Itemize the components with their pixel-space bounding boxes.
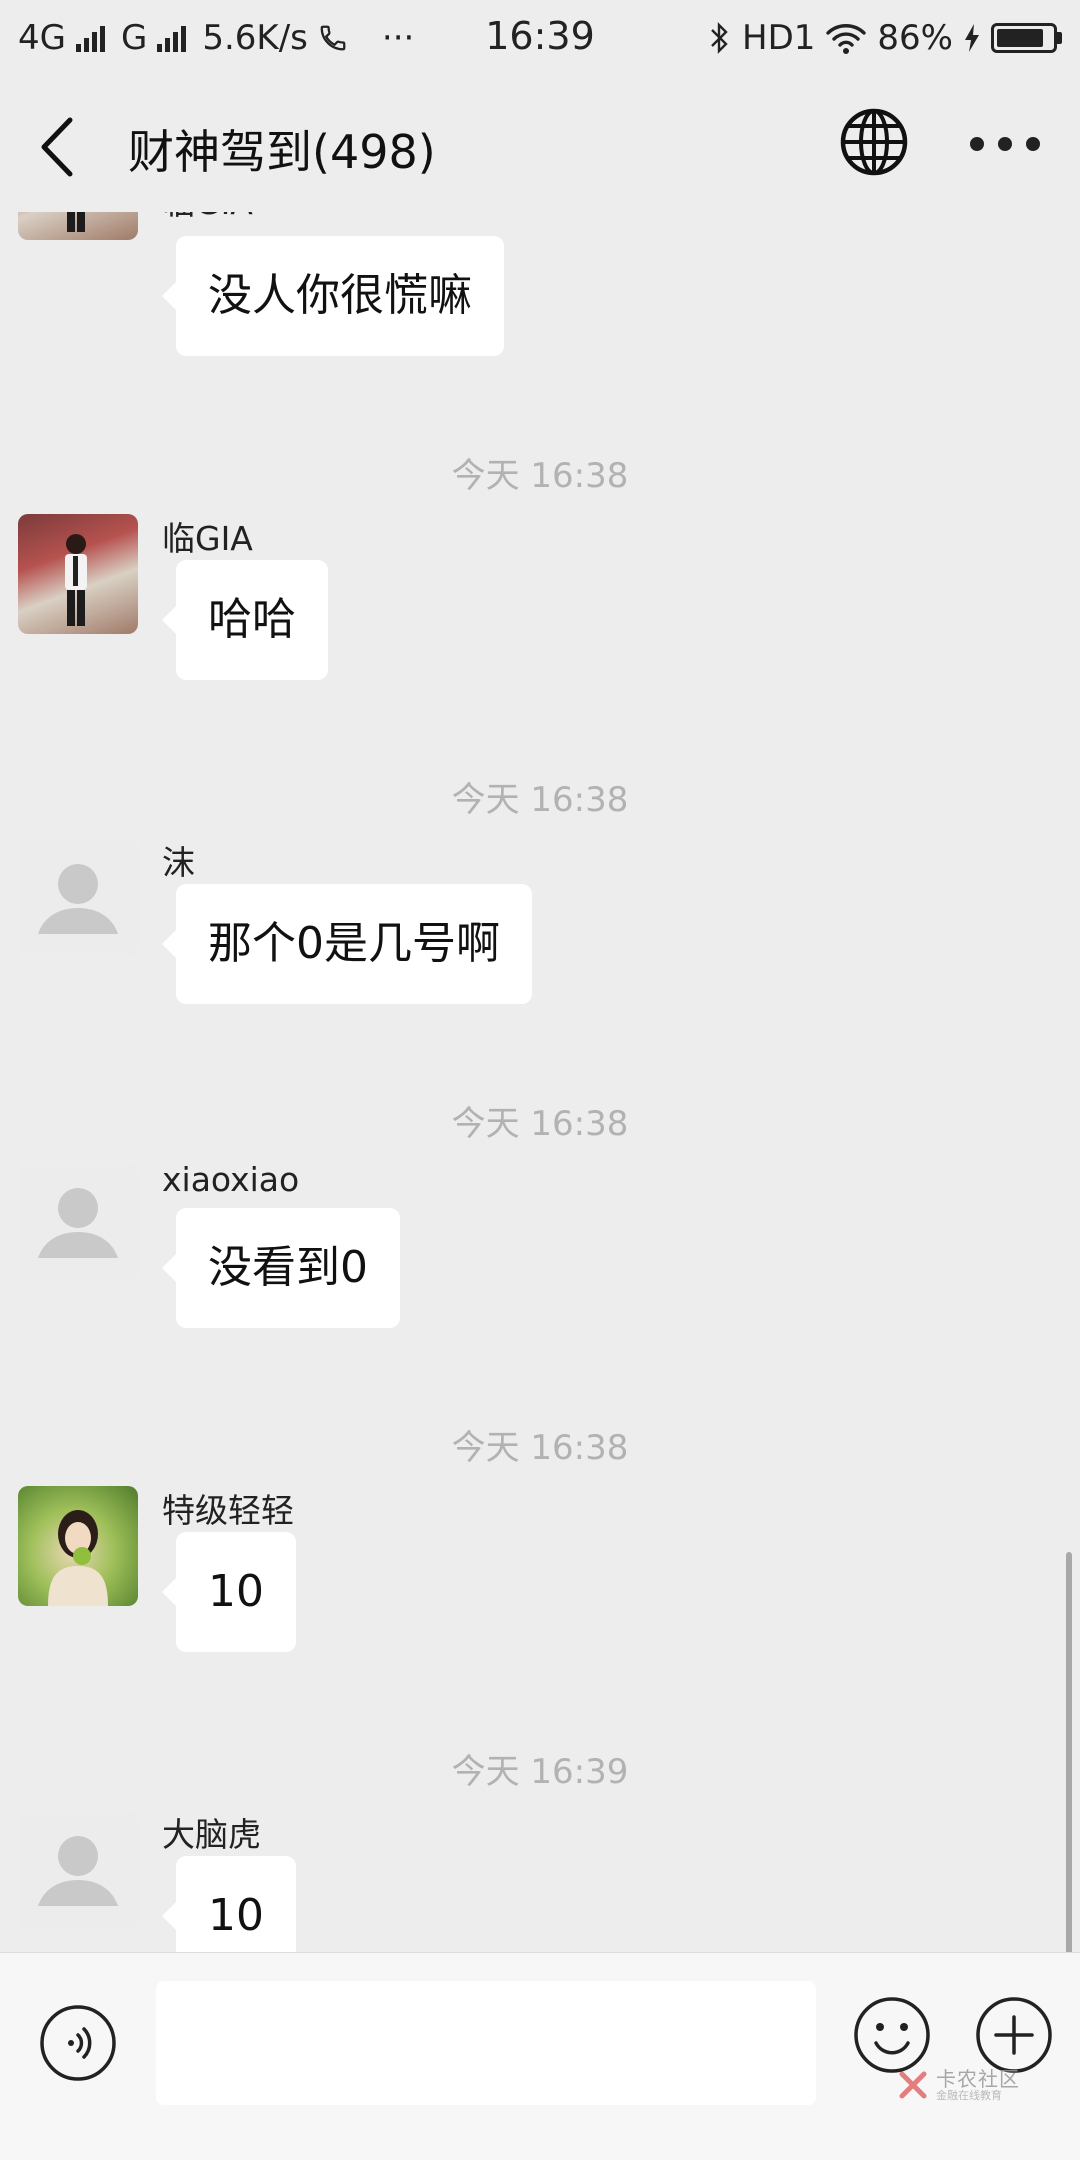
signal-icon-2 [157,24,187,52]
chevron-left-icon [41,117,73,177]
chat-title: 财神驾到(498) [128,125,436,179]
watermark: 卡农社区 金融在线教育 [896,2068,1020,2102]
more-dot-icon [1026,137,1040,151]
sender-name: 临GIA [162,212,253,224]
sender-name: 大脑虎 [162,1815,261,1854]
status-more-indicator: ··· [381,18,415,58]
hd-label: HD1 [742,18,816,58]
default-avatar-icon [38,1836,118,1906]
globe-icon [840,108,908,176]
plus-icon [976,1997,1052,2073]
chat-header: 财神驾到(498) [0,76,1080,212]
voice-icon [40,2005,116,2081]
emoji-button[interactable] [852,1995,932,2075]
network-speed: 5.6K/s [202,18,308,58]
voice-button[interactable] [38,2003,118,2083]
emoji-icon [854,1997,930,2073]
message-bubble[interactable]: 没看到0 [162,1208,400,1328]
avatar[interactable] [18,1162,138,1282]
status-bar: 4G G 5.6K/s ··· 16:39 HD1 86% [0,0,1080,76]
more-dot-icon [998,137,1012,151]
plus-button[interactable] [974,1995,1054,2075]
watermark-name: 卡农社区 [936,2066,1020,2091]
message-bubble[interactable]: 没人你很慌嘛 [162,236,504,356]
charging-icon [965,24,979,52]
back-button[interactable] [30,112,90,182]
avatar[interactable] [18,838,138,958]
network-type-label-2: G [120,18,148,58]
message-bubble[interactable]: 10 [162,1532,296,1652]
sender-name: 特级轻轻 [162,1491,294,1530]
battery-percent: 86% [877,18,953,58]
avatar[interactable] [18,1486,138,1606]
more-dot-icon [970,137,984,151]
scrollbar[interactable] [1066,1552,1072,1988]
watermark-text: 卡农社区 金融在线教育 [936,2066,1020,2102]
sender-name: 沫 [162,843,195,882]
default-avatar-icon [38,1188,118,1258]
input-bar [0,1952,1080,2160]
avatar[interactable] [18,212,138,240]
time-separator: 今天 16:38 [451,1428,629,1468]
person-photo-icon [65,534,87,626]
time-separator: 今天 16:39 [451,1752,629,1792]
network-type-label: 4G [18,18,66,58]
message-list[interactable]: 临GIA 没人你很慌嘛 今天 16:38 临GIA 哈哈 今天 16:38 沫 … [0,212,1080,1952]
signal-icon [75,24,105,52]
sender-name: 临GIA [162,519,253,558]
person-photo-icon [48,1510,108,1606]
more-options-button[interactable] [970,126,1050,162]
person-photo-icon [67,212,85,232]
battery-icon [991,23,1062,53]
watermark-logo-icon [899,2071,927,2099]
avatar[interactable] [18,1810,138,1930]
message-bubble[interactable]: 那个0是几号啊 [162,884,532,1004]
battery-level-fill [997,29,1044,47]
watermark-sub: 金融在线教育 [936,2088,1002,2102]
message-input[interactable] [156,1981,816,2105]
globe-button[interactable] [838,106,910,178]
time-separator: 今天 16:38 [451,780,629,820]
bluetooth-icon [711,22,728,54]
sender-name: xiaoxiao [162,1160,300,1199]
avatar[interactable] [18,514,138,634]
time-separator: 今天 16:38 [451,1104,629,1144]
phone-call-icon [320,25,346,51]
status-right: HD1 86% [708,18,1062,58]
default-avatar-icon [38,864,118,934]
message-bubble[interactable]: 哈哈 [162,560,328,680]
wifi-icon [826,24,867,54]
message-bubble[interactable]: 10 [162,1856,296,1952]
status-left: 4G G 5.6K/s ··· [18,18,414,58]
time-separator: 今天 16:38 [451,456,629,496]
